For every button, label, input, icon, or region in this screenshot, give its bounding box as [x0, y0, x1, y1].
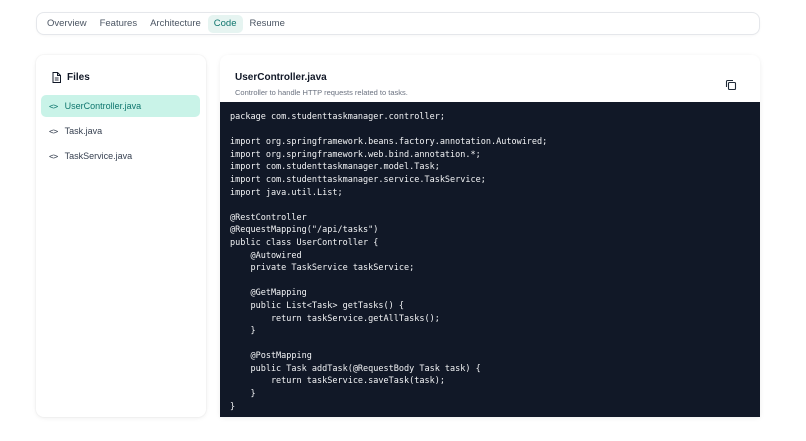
- tab-code[interactable]: Code: [207, 14, 243, 33]
- copy-icon: [725, 79, 737, 91]
- code-filename: UserController.java: [235, 72, 327, 83]
- code-description: Controller to handle HTTP requests relat…: [235, 88, 408, 97]
- code-icon: <>: [49, 151, 58, 161]
- copy-button[interactable]: [723, 77, 739, 93]
- file-item-label: Task.java: [64, 126, 103, 136]
- code-icon: <>: [49, 101, 58, 111]
- tab-bar: Overview Features Architecture Code Resu…: [36, 12, 760, 35]
- code-panel: UserController.java Controller to handle…: [220, 55, 760, 417]
- file-item-label: UserController.java: [64, 101, 142, 111]
- code-icon: <>: [49, 126, 58, 136]
- tab-resume[interactable]: Resume: [244, 15, 291, 33]
- file-item-label: TaskService.java: [64, 151, 133, 161]
- tab-overview[interactable]: Overview: [41, 15, 93, 33]
- files-title: Files: [67, 72, 90, 83]
- file-item-user-controller[interactable]: <> UserController.java: [41, 95, 200, 117]
- tab-architecture[interactable]: Architecture: [144, 15, 207, 33]
- file-icon: [52, 72, 61, 83]
- files-panel: Files <> UserController.java <> Task.jav…: [36, 55, 206, 417]
- code-header: UserController.java Controller to handle…: [220, 55, 760, 102]
- code-content: package com.studenttaskmanager.controlle…: [230, 112, 548, 412]
- tab-features[interactable]: Features: [94, 15, 144, 33]
- file-item-task-service[interactable]: <> TaskService.java: [41, 145, 200, 167]
- files-header: Files: [52, 72, 90, 83]
- file-item-task[interactable]: <> Task.java: [41, 120, 200, 142]
- code-block: package com.studenttaskmanager.controlle…: [220, 102, 760, 417]
